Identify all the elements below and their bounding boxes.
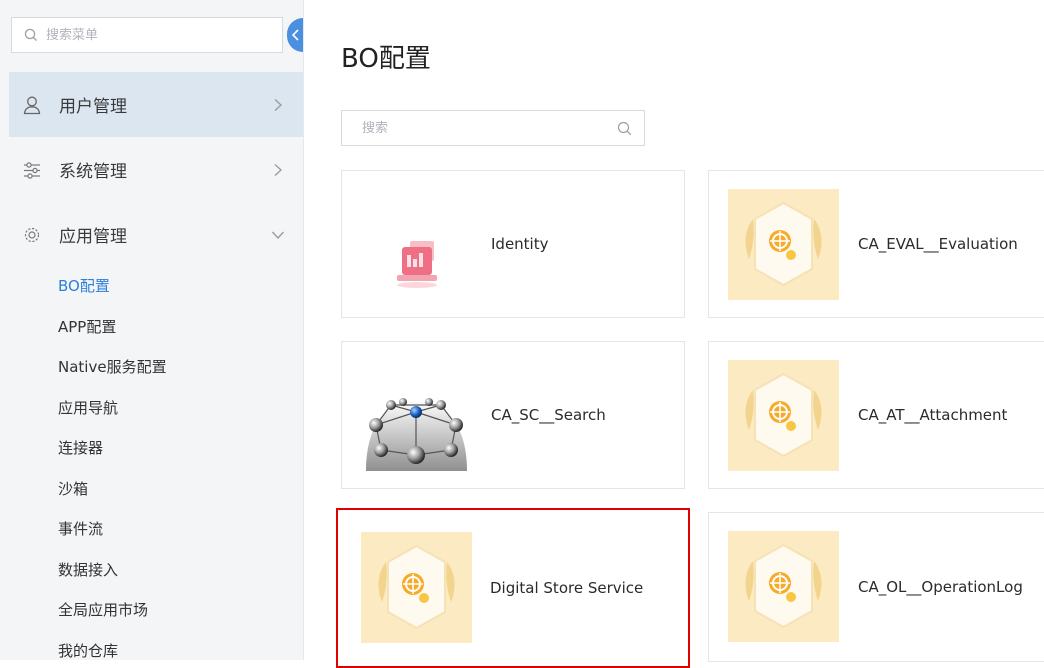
hexagon-badge-icon <box>728 189 839 300</box>
sidebar-group-app-management[interactable]: 应用管理 <box>9 202 303 267</box>
sidebar-item-native-service-config[interactable]: Native服务配置 <box>58 356 167 378</box>
hexagon-badge-icon <box>728 531 839 642</box>
hexagon-badge-icon <box>361 532 472 643</box>
user-icon <box>23 96 41 114</box>
sidebar-item-bo-config[interactable]: BO配置 <box>58 275 110 297</box>
bo-card-name: CA_EVAL__Evaluation <box>858 235 1018 253</box>
sidebar-group-system-management[interactable]: 系统管理 <box>9 137 303 202</box>
bo-card-name: CA_OL__OperationLog <box>858 578 1023 596</box>
bo-card-name: CA_SC__Search <box>491 406 606 424</box>
sidebar: 用户管理 系统管理 应用管理 BO配置 APP配置 Native服务配置 应用 <box>0 0 304 660</box>
sidebar-item-connector[interactable]: 连接器 <box>58 437 103 459</box>
bo-search-input[interactable] <box>360 119 614 137</box>
menu-search-input[interactable] <box>44 26 268 44</box>
sidebar-item-my-repository[interactable]: 我的仓库 <box>58 640 118 662</box>
search-icon[interactable] <box>617 121 632 136</box>
sidebar-group-label: 用户管理 <box>59 97 127 117</box>
sidebar-item-event-stream[interactable]: 事件流 <box>58 518 103 540</box>
chevron-right-icon <box>274 163 282 176</box>
chevron-down-icon <box>272 231 284 239</box>
bo-card[interactable]: Identity <box>341 170 685 318</box>
sidebar-item-app-config[interactable]: APP配置 <box>58 316 116 338</box>
sidebar-item-app-navigation[interactable]: 应用导航 <box>58 397 118 419</box>
hexagon-badge-icon <box>728 360 839 471</box>
search-icon <box>24 28 38 42</box>
sliders-icon <box>24 161 40 179</box>
bo-search-box[interactable] <box>341 110 645 146</box>
page-title: BO配置 <box>341 44 431 74</box>
chevron-right-icon <box>274 98 282 111</box>
bo-card[interactable]: CA_SC__Search <box>341 341 685 489</box>
menu-search-box[interactable] <box>11 17 283 53</box>
bo-card-name: CA_AT__Attachment <box>858 406 1008 424</box>
sidebar-item-global-app-market[interactable]: 全局应用市场 <box>58 599 148 621</box>
sidebar-item-data-ingestion[interactable]: 数据接入 <box>58 559 118 581</box>
gear-icon <box>24 227 40 242</box>
identity-icon <box>361 189 472 300</box>
bo-card-name: Digital Store Service <box>490 579 644 597</box>
sidebar-group-label: 系统管理 <box>59 162 127 182</box>
bo-card[interactable]: CA_OL__OperationLog <box>708 512 1044 662</box>
bo-card-name: Identity <box>491 235 549 253</box>
sidebar-group-label: 应用管理 <box>59 227 127 247</box>
sidebar-item-sandbox[interactable]: 沙箱 <box>58 478 88 500</box>
bo-card-highlighted[interactable]: Digital Store Service <box>336 508 690 668</box>
bo-card[interactable]: CA_EVAL__Evaluation <box>708 170 1044 318</box>
bo-card[interactable]: CA_AT__Attachment <box>708 341 1044 489</box>
chevron-left-icon <box>291 29 299 41</box>
network-sphere-icon <box>361 360 472 471</box>
sidebar-group-user-management[interactable]: 用户管理 <box>9 72 303 137</box>
